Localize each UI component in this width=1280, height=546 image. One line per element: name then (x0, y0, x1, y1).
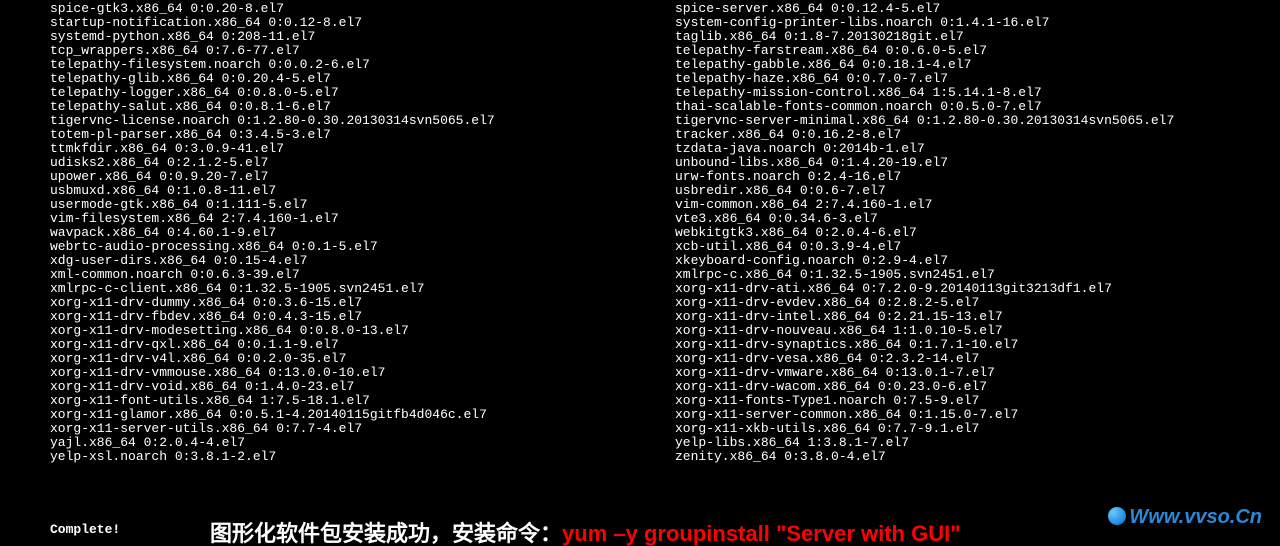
package-line: vim-common.x86_64 2:7.4.160-1.el7 (675, 198, 1280, 212)
package-line: upower.x86_64 0:0.9.20-7.el7 (50, 170, 655, 184)
package-line: xorg-x11-drv-ati.x86_64 0:7.2.0-9.201401… (675, 282, 1280, 296)
package-line: unbound-libs.x86_64 0:1.4.20-19.el7 (675, 156, 1280, 170)
package-line: xorg-x11-fonts-Type1.noarch 0:7.5-9.el7 (675, 394, 1280, 408)
caption-overlay: 图形化软件包安装成功，安装命令：yum –y groupinstall "Ser… (210, 527, 961, 541)
package-line: systemd-python.x86_64 0:208-11.el7 (50, 30, 655, 44)
package-line: xorg-x11-server-utils.x86_64 0:7.7-4.el7 (50, 422, 655, 436)
package-line: tigervnc-license.noarch 0:1.2.80-0.30.20… (50, 114, 655, 128)
terminal-output: spice-gtk3.x86_64 0:0.20-8.el7startup-no… (0, 0, 1280, 464)
package-line: xorg-x11-drv-dummy.x86_64 0:0.3.6-15.el7 (50, 296, 655, 310)
package-line: spice-gtk3.x86_64 0:0.20-8.el7 (50, 2, 655, 16)
package-line: zenity.x86_64 0:3.8.0-4.el7 (675, 450, 1280, 464)
package-line: urw-fonts.noarch 0:2.4-16.el7 (675, 170, 1280, 184)
package-line: totem-pl-parser.x86_64 0:3.4.5-3.el7 (50, 128, 655, 142)
package-line: xcb-util.x86_64 0:0.3.9-4.el7 (675, 240, 1280, 254)
package-line: webkitgtk3.x86_64 0:2.0.4-6.el7 (675, 226, 1280, 240)
package-line: yajl.x86_64 0:2.0.4-4.el7 (50, 436, 655, 450)
package-line: usbmuxd.x86_64 0:1.0.8-11.el7 (50, 184, 655, 198)
package-line: ttmkfdir.x86_64 0:3.0.9-41.el7 (50, 142, 655, 156)
package-line: xorg-x11-drv-intel.x86_64 0:2.21.15-13.e… (675, 310, 1280, 324)
package-line: xorg-x11-drv-void.x86_64 0:1.4.0-23.el7 (50, 380, 655, 394)
package-line: udisks2.x86_64 0:2.1.2-5.el7 (50, 156, 655, 170)
package-column-right: spice-server.x86_64 0:0.12.4-5.el7system… (675, 2, 1280, 464)
package-line: xorg-x11-drv-evdev.x86_64 0:2.8.2-5.el7 (675, 296, 1280, 310)
package-line: tracker.x86_64 0:0.16.2-8.el7 (675, 128, 1280, 142)
package-line: telepathy-salut.x86_64 0:0.8.1-6.el7 (50, 100, 655, 114)
package-line: tigervnc-server-minimal.x86_64 0:1.2.80-… (675, 114, 1280, 128)
package-line: xorg-x11-drv-fbdev.x86_64 0:0.4.3-15.el7 (50, 310, 655, 324)
package-line: usermode-gtk.x86_64 0:1.111-5.el7 (50, 198, 655, 212)
watermark: Www.vvso.Cn (1108, 507, 1262, 525)
package-line: xorg-x11-drv-synaptics.x86_64 0:1.7.1-10… (675, 338, 1280, 352)
package-line: telepathy-mission-control.x86_64 1:5.14.… (675, 86, 1280, 100)
package-line: thai-scalable-fonts-common.noarch 0:0.5.… (675, 100, 1280, 114)
package-line: yelp-xsl.noarch 0:3.8.1-2.el7 (50, 450, 655, 464)
package-line: vte3.x86_64 0:0.34.6-3.el7 (675, 212, 1280, 226)
caption-command: yum –y groupinstall "Server with GUI" (562, 521, 961, 546)
package-line: webrtc-audio-processing.x86_64 0:0.1-5.e… (50, 240, 655, 254)
complete-message: Complete! (50, 523, 120, 537)
package-line: xorg-x11-drv-vmmouse.x86_64 0:13.0.0-10.… (50, 366, 655, 380)
package-line: xorg-x11-drv-nouveau.x86_64 1:1.0.10-5.e… (675, 324, 1280, 338)
package-line: xorg-x11-drv-v4l.x86_64 0:0.2.0-35.el7 (50, 352, 655, 366)
package-line: yelp-libs.x86_64 1:3.8.1-7.el7 (675, 436, 1280, 450)
package-line: tcp_wrappers.x86_64 0:7.6-77.el7 (50, 44, 655, 58)
package-line: xmlrpc-c.x86_64 0:1.32.5-1905.svn2451.el… (675, 268, 1280, 282)
package-line: xorg-x11-drv-modesetting.x86_64 0:0.8.0-… (50, 324, 655, 338)
package-line: telepathy-haze.x86_64 0:0.7.0-7.el7 (675, 72, 1280, 86)
package-column-left: spice-gtk3.x86_64 0:0.20-8.el7startup-no… (50, 2, 655, 464)
package-line: spice-server.x86_64 0:0.12.4-5.el7 (675, 2, 1280, 16)
package-line: tzdata-java.noarch 0:2014b-1.el7 (675, 142, 1280, 156)
package-line: wavpack.x86_64 0:4.60.1-9.el7 (50, 226, 655, 240)
package-line: usbredir.x86_64 0:0.6-7.el7 (675, 184, 1280, 198)
package-line: xmlrpc-c-client.x86_64 0:1.32.5-1905.svn… (50, 282, 655, 296)
package-line: taglib.x86_64 0:1.8-7.20130218git.el7 (675, 30, 1280, 44)
package-line: telepathy-logger.x86_64 0:0.8.0-5.el7 (50, 86, 655, 100)
package-line: telepathy-filesystem.noarch 0:0.0.2-6.el… (50, 58, 655, 72)
package-line: xorg-x11-xkb-utils.x86_64 0:7.7-9.1.el7 (675, 422, 1280, 436)
caption-prefix: 图形化软件包安装成功，安装命令： (210, 521, 562, 546)
package-line: xkeyboard-config.noarch 0:2.9-4.el7 (675, 254, 1280, 268)
package-line: xorg-x11-font-utils.x86_64 1:7.5-18.1.el… (50, 394, 655, 408)
package-line: telepathy-farstream.x86_64 0:0.6.0-5.el7 (675, 44, 1280, 58)
package-line: xml-common.noarch 0:0.6.3-39.el7 (50, 268, 655, 282)
package-line: xdg-user-dirs.x86_64 0:0.15-4.el7 (50, 254, 655, 268)
package-line: xorg-x11-drv-vesa.x86_64 0:2.3.2-14.el7 (675, 352, 1280, 366)
package-line: xorg-x11-drv-vmware.x86_64 0:13.0.1-7.el… (675, 366, 1280, 380)
package-line: startup-notification.x86_64 0:0.12-8.el7 (50, 16, 655, 30)
package-line: telepathy-gabble.x86_64 0:0.18.1-4.el7 (675, 58, 1280, 72)
package-line: xorg-x11-server-common.x86_64 0:1.15.0-7… (675, 408, 1280, 422)
package-line: system-config-printer-libs.noarch 0:1.4.… (675, 16, 1280, 30)
package-line: telepathy-glib.x86_64 0:0.20.4-5.el7 (50, 72, 655, 86)
package-line: xorg-x11-drv-wacom.x86_64 0:0.23.0-6.el7 (675, 380, 1280, 394)
package-line: vim-filesystem.x86_64 2:7.4.160-1.el7 (50, 212, 655, 226)
package-line: xorg-x11-drv-qxl.x86_64 0:0.1.1-9.el7 (50, 338, 655, 352)
package-line: xorg-x11-glamor.x86_64 0:0.5.1-4.2014011… (50, 408, 655, 422)
